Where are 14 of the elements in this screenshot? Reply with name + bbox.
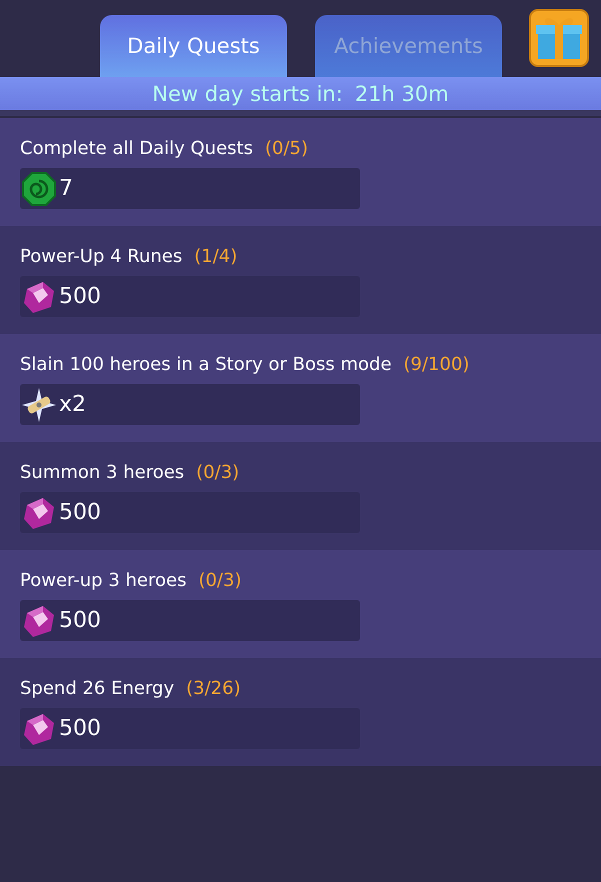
quest-title: Power-Up 4 Runes (20, 246, 182, 266)
quest-title: Power-up 3 heroes (20, 570, 186, 590)
timer-label: New day starts in: (152, 82, 343, 106)
quest-title: Complete all Daily Quests (20, 138, 253, 158)
reward-amount: x2 (59, 392, 86, 417)
reward-amount: 500 (59, 608, 101, 633)
quest-title: Slain 100 heroes in a Story or Boss mode (20, 354, 392, 374)
reward-amount: 7 (59, 176, 73, 201)
reward-amount: 500 (59, 284, 101, 309)
reward-amount: 500 (59, 716, 101, 741)
timer-value: 21h 30m (354, 82, 449, 106)
quest-title: Spend 26 Energy (20, 678, 174, 698)
quest-title: Summon 3 heroes (20, 462, 184, 482)
reward-amount: 500 (59, 500, 101, 525)
